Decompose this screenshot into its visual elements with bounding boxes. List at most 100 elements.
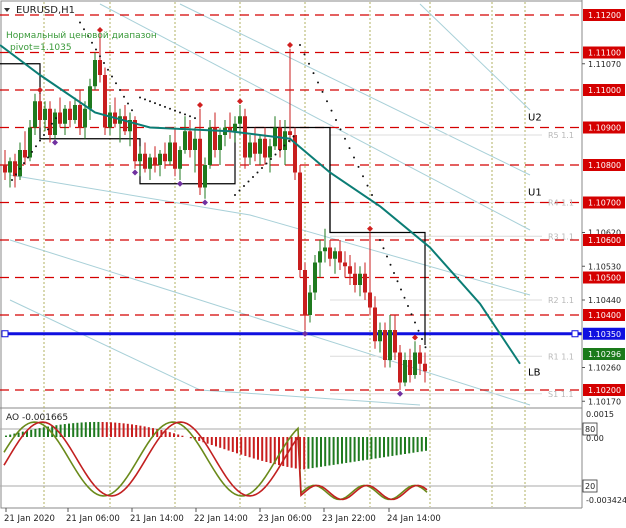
sar-dot <box>389 263 392 266</box>
sar-dot <box>31 150 33 153</box>
price-tick-label: 1.10440 <box>588 296 621 305</box>
price-tick-label: 1.10260 <box>588 364 621 373</box>
trading-chart[interactable]: 1.110701.106201.105301.104401.102601.101… <box>0 0 626 528</box>
sar-dot <box>234 194 236 196</box>
sar-dot <box>23 162 25 165</box>
sar-dot <box>371 194 373 196</box>
time-tick-label: 21 Jan 14:00 <box>130 514 184 524</box>
pivot-level-label: R3 1.1 <box>548 232 574 241</box>
time-tick-label: 22 Jan 14:00 <box>194 514 248 524</box>
sar-dot <box>344 137 346 140</box>
sar-dot <box>407 305 409 307</box>
candle-body <box>238 116 242 124</box>
candle-body <box>43 108 47 120</box>
price-label-text: 1.11000 <box>588 86 621 95</box>
sar-dot <box>403 296 406 299</box>
price-label-text: 1.11100 <box>588 49 621 58</box>
sar-dot <box>279 149 281 151</box>
candle-body <box>393 330 397 353</box>
sar-dot <box>252 176 254 178</box>
candle-body <box>303 270 307 315</box>
candle-body <box>178 150 182 169</box>
candle-body <box>248 142 252 158</box>
candle-body <box>23 150 27 158</box>
sar-dot <box>321 90 324 93</box>
price-label-text: 1.10500 <box>588 274 621 283</box>
price-label-text: 1.10800 <box>588 161 621 170</box>
sar-dot <box>243 185 245 187</box>
zone-label: LB <box>528 367 541 378</box>
sar-dot <box>164 105 166 108</box>
sar-dot <box>95 48 97 51</box>
sar-dot <box>238 189 241 192</box>
candle-body <box>268 146 272 158</box>
candle-body <box>333 251 337 259</box>
candle-body <box>88 86 92 109</box>
sar-dot <box>393 272 395 274</box>
sar-dot <box>107 68 109 71</box>
candle-body <box>313 262 317 293</box>
pivot-level-label: R4 1.1 <box>548 199 574 208</box>
pivot-level-label: R1 1.1 <box>548 352 574 361</box>
sar-dot <box>386 255 388 258</box>
candle-body <box>168 142 172 162</box>
ao-axis-label: -0.003424 <box>586 496 626 505</box>
sar-dot <box>19 167 21 170</box>
sar-dot <box>144 98 146 101</box>
candle-body <box>338 251 342 263</box>
sar-dot <box>39 139 41 142</box>
candle-body <box>288 131 292 135</box>
sar-dot <box>194 117 196 120</box>
candle-body <box>78 105 82 128</box>
time-tick-label: 23 Jan 22:00 <box>322 514 376 524</box>
sar-dot <box>103 62 105 64</box>
candle-body <box>68 108 72 120</box>
stoch-level-text: 80 <box>585 425 595 434</box>
candle-body <box>363 273 367 293</box>
sar-dot <box>43 134 45 136</box>
candle-body <box>53 112 57 135</box>
time-tick-label: 21 Jan 06:00 <box>66 514 120 524</box>
sar-dot <box>247 180 250 183</box>
candle-body <box>188 131 192 150</box>
time-axis: 21 Jan 2020 21 Jan 06:00 21 Jan 14:00 22 Ja… <box>0 508 626 528</box>
candle-body <box>163 153 167 162</box>
sar-dot <box>189 115 191 118</box>
candle-body <box>73 105 77 120</box>
zone-label: U2 <box>528 112 542 123</box>
pivot-level-label: R2 1.1 <box>548 296 574 305</box>
pivot-handle[interactable] <box>1 330 9 338</box>
candle-body <box>358 273 362 285</box>
sar-dot <box>288 140 290 142</box>
candle-body <box>278 127 282 150</box>
candle-body <box>183 131 187 150</box>
sar-dot <box>353 156 355 159</box>
candle-body <box>368 292 372 308</box>
sar-dot <box>184 113 186 116</box>
candle-body <box>198 138 202 188</box>
candle-body <box>318 251 322 263</box>
candle-body <box>38 101 42 120</box>
time-tick-label: 24 Jan 14:00 <box>387 514 441 524</box>
candle-body <box>353 273 357 285</box>
price-tick-label: 1.11070 <box>588 60 621 69</box>
sar-dot <box>417 329 420 332</box>
symbol-label: EURUSD,H1 <box>16 5 75 16</box>
candle-body <box>233 123 237 132</box>
sar-dot <box>51 122 53 125</box>
price-tick-label: 1.10530 <box>588 262 621 271</box>
candle-body <box>63 108 67 124</box>
sar-dot <box>11 179 13 181</box>
sar-dot <box>47 128 49 131</box>
candle-body <box>423 363 427 372</box>
candle-body <box>103 75 107 128</box>
candle-body <box>413 352 417 375</box>
sar-dot <box>27 156 29 159</box>
candle-body <box>28 127 32 158</box>
sar-dot <box>348 147 351 150</box>
candle-body <box>193 138 197 150</box>
pivot-handle[interactable] <box>571 330 579 338</box>
sar-dot <box>382 247 385 250</box>
sar-dot <box>421 338 423 340</box>
candle-body <box>388 330 392 360</box>
